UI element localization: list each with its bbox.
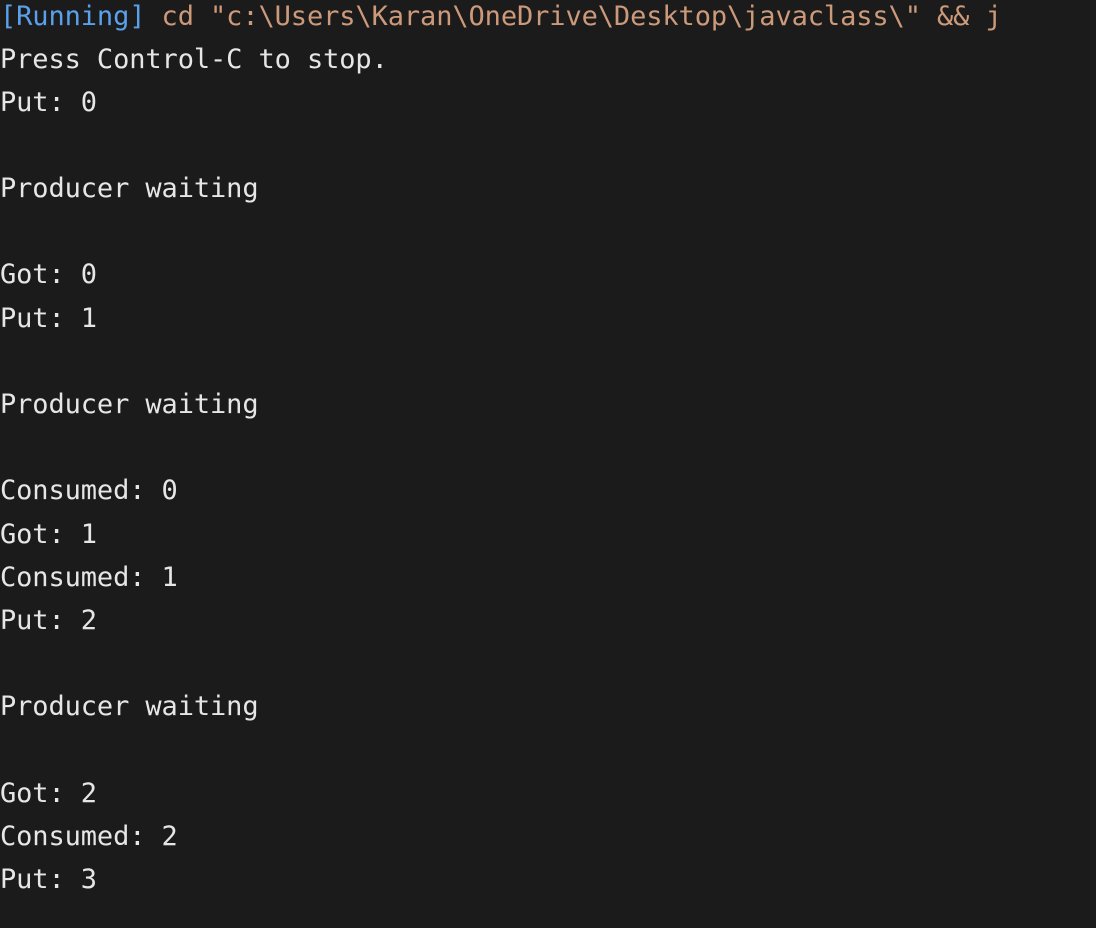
output-line: Put: 0 [0, 87, 97, 118]
output-line: Put: 1 [0, 303, 97, 334]
output-line: Got: 0 [0, 259, 97, 290]
output-line: Producer waiting [0, 389, 259, 420]
output-line: Put: 2 [0, 605, 97, 636]
output-line: Producer waiting [0, 173, 259, 204]
running-tag: [Running] [0, 1, 146, 32]
output-line: Put: 3 [0, 864, 97, 895]
run-command-text: cd "c:\Users\Karan\OneDrive\Desktop\java… [145, 1, 1002, 32]
output-line: Consumed: 0 [0, 475, 178, 506]
output-line: Consumed: 1 [0, 562, 178, 593]
output-line: Got: 2 [0, 778, 97, 809]
output-line: Producer waiting [0, 691, 259, 722]
output-panel[interactable]: [Running] cd "c:\Users\Karan\OneDrive\De… [0, 0, 1096, 928]
output-line: Got: 1 [0, 519, 97, 550]
output-line: Consumed: 2 [0, 821, 178, 852]
output-line: Press Control-C to stop. [0, 44, 388, 75]
run-command-line: [Running] cd "c:\Users\Karan\OneDrive\De… [0, 0, 1002, 38]
